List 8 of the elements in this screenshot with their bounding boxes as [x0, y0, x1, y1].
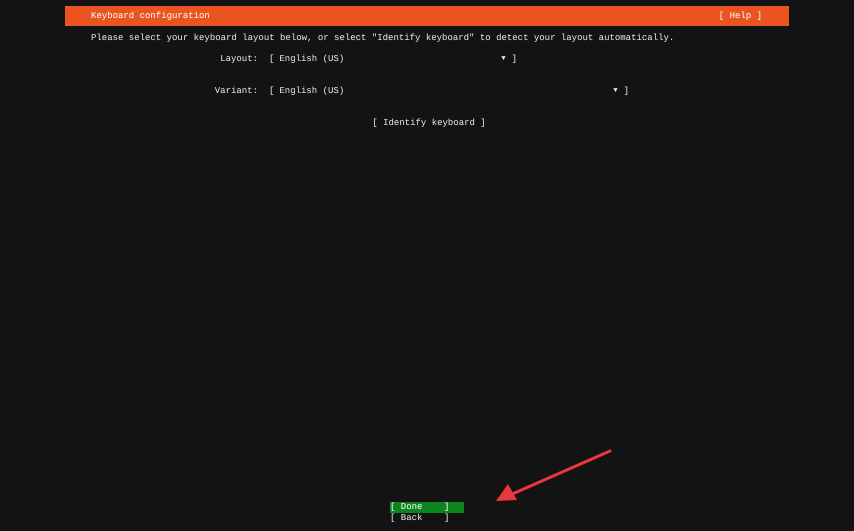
screen-title: Keyboard configuration	[91, 11, 210, 21]
help-link[interactable]: [ Help ]	[718, 11, 762, 21]
done-button[interactable]: [ Done ]	[390, 502, 464, 513]
instructions-text: Please select your keyboard layout below, or select "Identify keyboard" to detect your layout automatically.	[90, 32, 676, 45]
identify-keyboard-button[interactable]: [ Identify keyboard ]	[372, 115, 486, 131]
field-label: Layout:	[219, 54, 258, 64]
back-button[interactable]: [ Back ]	[390, 513, 464, 524]
field-label: Variant:	[214, 86, 258, 96]
